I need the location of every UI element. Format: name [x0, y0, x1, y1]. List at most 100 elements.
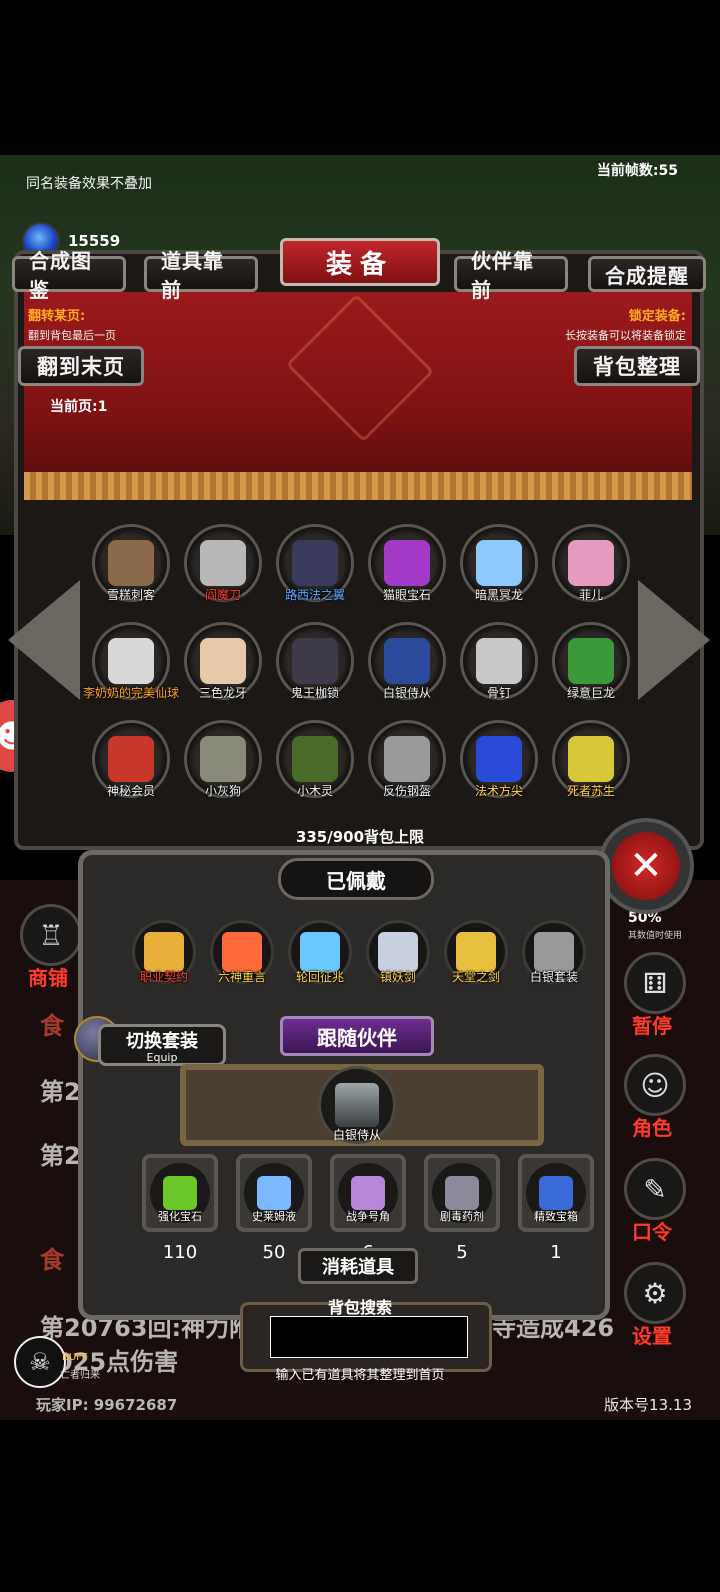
- equipped-title: 已佩戴: [278, 858, 434, 900]
- equipped-item-icon: [534, 932, 574, 972]
- inventory-slot[interactable]: 猫眼宝石: [368, 524, 446, 602]
- item-icon: [108, 540, 154, 586]
- bag-search-title: 背包搜索: [327, 1298, 392, 1317]
- inventory-slot[interactable]: 路西法之翼: [276, 524, 354, 602]
- knight-icon: [335, 1083, 379, 1127]
- consumable-slot[interactable]: 剧毒药剂 5: [424, 1154, 500, 1263]
- prev-page-arrow-icon[interactable]: [8, 580, 80, 700]
- synthesis-guide-button[interactable]: 合成图鉴: [12, 249, 126, 302]
- item-name: 暗黑冥龙: [474, 588, 524, 602]
- item-name: 雪糕刺客: [106, 588, 156, 602]
- inventory-slot[interactable]: 骨钉: [460, 622, 538, 700]
- inventory-slot[interactable]: 雪糕刺客: [92, 524, 170, 602]
- item-icon: [292, 540, 338, 586]
- role-icon[interactable]: ☺: [624, 1054, 686, 1116]
- inventory-slot[interactable]: 鬼王枷锁: [276, 622, 354, 700]
- log-fragment: 食: [40, 1012, 64, 1040]
- lock-equip-desc: 长按装备可以将装备锁定: [565, 329, 686, 342]
- inventory-slot[interactable]: 李奶奶的完美仙球: [83, 622, 179, 700]
- equipped-item-name: 天堂之剑: [451, 970, 501, 984]
- inventory-slot[interactable]: 白银侍从: [368, 622, 446, 700]
- item-icon: [568, 638, 614, 684]
- consumable-icon: [257, 1176, 291, 1210]
- game-screen: 同名装备效果不叠加 当前帧数:55 15559 食 第20 第20 食 第207…: [0, 0, 720, 1592]
- item-icon: [384, 540, 430, 586]
- consumable-slot[interactable]: 强化宝石 110: [142, 1154, 218, 1263]
- close-button[interactable]: ✕: [598, 818, 694, 914]
- inventory-slot[interactable]: 反伤钢盔: [368, 720, 446, 798]
- code-book-icon[interactable]: ✎: [624, 1158, 686, 1220]
- inventory-slot[interactable]: 三色龙牙: [184, 622, 262, 700]
- item-icon: [292, 736, 338, 782]
- equipped-slot[interactable]: 轮回征兆: [288, 920, 352, 984]
- next-page-arrow-icon[interactable]: [638, 580, 710, 700]
- inventory-slot[interactable]: 神秘会员: [92, 720, 170, 798]
- consumable-slot[interactable]: 精致宝箱 1: [518, 1154, 594, 1263]
- buff-label: BUFF: [62, 1352, 88, 1363]
- item-icon: [568, 736, 614, 782]
- shop-label: 商铺: [28, 966, 68, 990]
- equipped-row: 职业契约 六神重言 轮回征兆 镇妖剑 天堂之剑 白银套装: [132, 920, 586, 984]
- equipped-item-name: 轮回征兆: [295, 970, 345, 984]
- fps-counter: 当前帧数:55: [596, 163, 678, 179]
- code-label: 口令: [632, 1220, 672, 1244]
- consumable-name: 剧毒药剂: [440, 1210, 484, 1223]
- item-icon: [200, 540, 246, 586]
- item-name: 菲儿: [578, 588, 604, 602]
- equipped-item-icon: [378, 932, 418, 972]
- inventory-slot[interactable]: 法术方尖: [460, 720, 538, 798]
- consumable-icon: [445, 1176, 479, 1210]
- consumable-count: 1: [550, 1242, 562, 1263]
- item-icon: [476, 736, 522, 782]
- inventory-slot[interactable]: 绿意巨龙: [552, 622, 630, 700]
- sort-bag-button[interactable]: 背包整理: [574, 346, 700, 386]
- pause-label: 暂停: [632, 1014, 672, 1038]
- role-label: 角色: [632, 1116, 672, 1140]
- inventory-slot[interactable]: 死者苏生: [552, 720, 630, 798]
- equipped-item-icon: [222, 932, 262, 972]
- item-name: 法术方尖: [474, 784, 524, 798]
- companion-slot[interactable]: 白银侍从: [318, 1066, 396, 1144]
- banner-trim: [24, 472, 692, 500]
- item-icon: [200, 638, 246, 684]
- consumable-name: 史莱姆液: [252, 1210, 296, 1223]
- companions-first-button[interactable]: 伙伴靠前: [454, 249, 568, 302]
- item-icon: [108, 638, 154, 684]
- equipped-slot[interactable]: 镇妖剑: [366, 920, 430, 984]
- dice-icon[interactable]: ⚅: [624, 952, 686, 1014]
- equipped-slot[interactable]: 六神重言: [210, 920, 274, 984]
- version-label: 版本号13.13: [604, 1396, 692, 1414]
- item-name: 反伤钢盔: [382, 784, 432, 798]
- synthesis-reminder-button[interactable]: 合成提醒: [588, 256, 706, 292]
- item-icon: [476, 540, 522, 586]
- item-icon: [476, 638, 522, 684]
- equipped-item-icon: [300, 932, 340, 972]
- equipped-item-name: 镇妖剑: [379, 970, 417, 984]
- item-name: 三色龙牙: [198, 686, 248, 700]
- equipped-slot[interactable]: 职业契约: [132, 920, 196, 984]
- equipped-item-icon: [456, 932, 496, 972]
- inventory-slot[interactable]: 暗黑冥龙: [460, 524, 538, 602]
- consumable-name: 精致宝箱: [534, 1210, 578, 1223]
- switch-set-label: 切换套装: [126, 1030, 198, 1052]
- item-name: 死者苏生: [566, 784, 616, 798]
- shop-icon[interactable]: ♖: [20, 904, 82, 966]
- equipped-item-name: 职业契约: [139, 970, 189, 984]
- inventory-slot[interactable]: 小灰狗: [184, 720, 262, 798]
- switch-set-button[interactable]: 切换套装 Equip: [98, 1024, 226, 1066]
- equipped-slot[interactable]: 天堂之剑: [444, 920, 508, 984]
- items-first-button[interactable]: 道具靠前: [144, 249, 258, 302]
- inventory-slot[interactable]: 小木灵: [276, 720, 354, 798]
- settings-label: 设置: [632, 1324, 672, 1348]
- to-last-page-button[interactable]: 翻到末页: [18, 346, 144, 386]
- equipped-slot[interactable]: 白银套装: [522, 920, 586, 984]
- follow-companion-title: 跟随伙伴: [280, 1016, 434, 1056]
- inventory-slot[interactable]: 菲儿: [552, 524, 630, 602]
- inventory-grid: 雪糕刺客 阎魔刀 路西法之翼 猫眼宝石 暗黑冥龙 菲儿李奶奶的完美仙球 三色龙牙 鬼王枷锁 白银…: [83, 524, 642, 818]
- consumable-slot[interactable]: 史莱姆液 50: [236, 1154, 312, 1263]
- bag-search-input[interactable]: [270, 1316, 468, 1358]
- inventory-slot[interactable]: 阎魔刀: [184, 524, 262, 602]
- equipped-item-name: 六神重言: [217, 970, 267, 984]
- consumable-slot[interactable]: 战争号角6: [330, 1154, 406, 1263]
- equipped-item-icon: [144, 932, 184, 972]
